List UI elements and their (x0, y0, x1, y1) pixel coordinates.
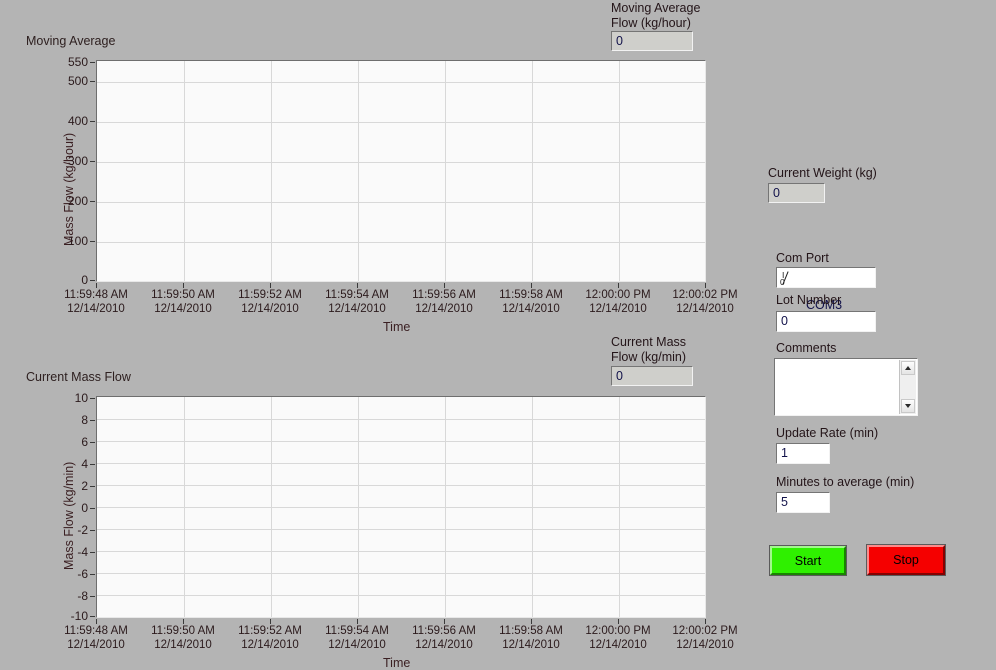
xtick-label: 11:59:56 AM 12/14/2010 (412, 289, 476, 315)
xtick-label: 11:59:48 AM 12/14/2010 (64, 625, 128, 651)
chevron-down-icon (905, 404, 911, 408)
xtick-label: 11:59:54 AM 12/14/2010 (325, 625, 389, 651)
lot-number-input[interactable]: 0 (776, 311, 876, 332)
minutes-to-average-input[interactable]: 5 (776, 492, 830, 513)
current-weight-label: Current Weight (kg) (768, 166, 877, 180)
ytick-label: -4 (77, 545, 88, 559)
xtick-label: 11:59:58 AM 12/14/2010 (499, 289, 563, 315)
ytick-label: 0 (81, 273, 88, 287)
xtick-label: 11:59:52 AM 12/14/2010 (238, 289, 302, 315)
xtick-label: 11:59:54 AM 12/14/2010 (325, 289, 389, 315)
ytick-label: -10 (70, 609, 88, 623)
lot-number-label: Lot Number (776, 293, 842, 307)
xtick-label: 12:00:02 PM 12/14/2010 (672, 625, 738, 651)
ytick-label: 6 (81, 435, 88, 449)
moving-average-chart-title: Moving Average (26, 34, 116, 48)
ytick-label: 0 (81, 501, 88, 515)
xtick-label: 11:59:56 AM 12/14/2010 (412, 625, 476, 651)
moving-average-flow-label-line2: Flow (kg/hour) (611, 16, 691, 30)
current-mass-flow-chart-xlabel: Time (383, 656, 411, 670)
comments-textarea[interactable] (774, 358, 918, 416)
xtick-label: 11:59:52 AM 12/14/2010 (238, 625, 302, 651)
moving-average-flow-indicator: 0 (611, 31, 693, 51)
ytick-label: 200 (67, 194, 88, 208)
current-mass-flow-chart-title: Current Mass Flow (26, 370, 131, 384)
scroll-up-button[interactable] (901, 361, 915, 375)
current-mass-flow-indicator: 0 (611, 366, 693, 386)
current-weight-indicator: 0 (768, 183, 825, 203)
current-mass-flow-chart-plot-area[interactable] (96, 396, 706, 618)
update-rate-label: Update Rate (min) (776, 426, 879, 440)
ytick-label: 4 (81, 457, 88, 471)
xtick-label: 12:00:00 PM 12/14/2010 (585, 289, 651, 315)
moving-average-flow-label-line1: Moving Average (611, 1, 701, 15)
xtick-label: 11:59:50 AM 12/14/2010 (151, 625, 215, 651)
ytick-label: -8 (77, 589, 88, 603)
current-mass-flow-label-line2: Flow (kg/min) (611, 350, 687, 364)
stop-button[interactable]: Stop (866, 544, 946, 576)
minutes-to-average-label: Minutes to average (min) (776, 475, 915, 489)
xtick-label: 12:00:00 PM 12/14/2010 (585, 625, 651, 651)
ytick-label: 500 (67, 74, 88, 88)
xtick-label: 12:00:02 PM 12/14/2010 (672, 289, 738, 315)
ytick-label: 10 (74, 391, 88, 405)
ytick-label: -2 (77, 523, 88, 537)
ytick-label: 2 (81, 479, 88, 493)
start-button[interactable]: Start (769, 545, 847, 576)
moving-average-chart-ylabel: Mass Flow (kg/hour) (62, 132, 76, 246)
current-mass-flow-label-line1: Current Mass (611, 335, 687, 349)
ytick-label: 550 (67, 55, 88, 69)
io-refnum-icon: I0 (780, 270, 795, 286)
chevron-up-icon (905, 366, 911, 370)
xtick-label: 11:59:58 AM 12/14/2010 (499, 625, 563, 651)
comments-scrollbar[interactable] (899, 360, 916, 414)
moving-average-chart-plot-area[interactable] (96, 60, 706, 282)
ytick-label: 400 (67, 114, 88, 128)
com-port-label: Com Port (776, 251, 829, 265)
ytick-label: -6 (77, 567, 88, 581)
ytick-label: 8 (81, 413, 88, 427)
comments-label: Comments (776, 341, 837, 355)
moving-average-chart-xlabel: Time (383, 320, 411, 334)
xtick-label: 11:59:50 AM 12/14/2010 (151, 289, 215, 315)
update-rate-input[interactable]: 1 (776, 443, 830, 464)
com-port-select[interactable]: I0 COM3 (776, 267, 876, 312)
scroll-down-button[interactable] (901, 399, 915, 413)
xtick-label: 11:59:48 AM 12/14/2010 (64, 289, 128, 315)
ytick-label: 300 (67, 154, 88, 168)
ytick-label: 100 (67, 234, 88, 248)
